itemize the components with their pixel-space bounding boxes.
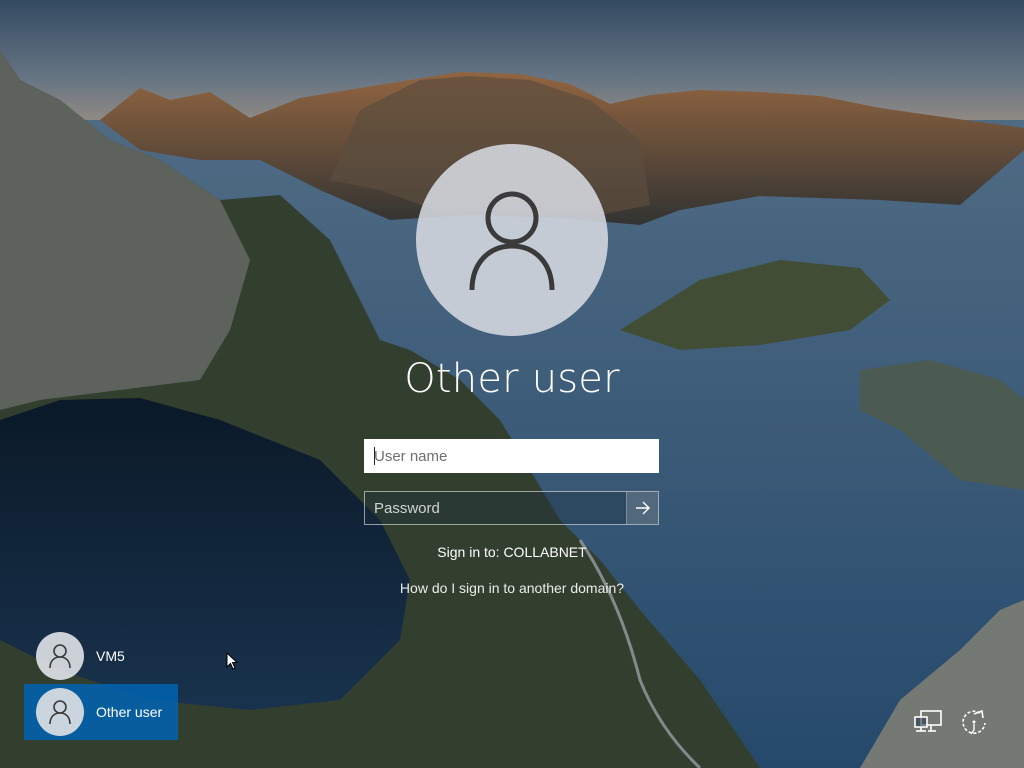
- user-tile-vm5[interactable]: VM5: [24, 628, 178, 684]
- network-icon: [914, 710, 942, 732]
- submit-button[interactable]: [626, 492, 658, 524]
- user-tile-other-user[interactable]: Other user: [24, 684, 178, 740]
- password-input[interactable]: [365, 492, 627, 524]
- other-domain-link[interactable]: How do I sign in to another domain?: [312, 580, 712, 596]
- user-tile-label: VM5: [96, 648, 125, 664]
- network-button[interactable]: [911, 708, 945, 738]
- user-silhouette-icon: [49, 644, 71, 669]
- text-caret: [374, 447, 375, 465]
- user-silhouette-icon: [49, 700, 71, 725]
- username-input[interactable]: [364, 439, 659, 473]
- user-tile-label: Other user: [96, 704, 163, 720]
- user-avatar-small: [36, 688, 84, 736]
- ease-of-access-icon: [962, 709, 986, 735]
- user-display-name: Other user: [404, 356, 620, 402]
- lock-screen: Other user Sign in to: COLLABNET How do …: [0, 0, 1024, 768]
- arrow-right-icon: [635, 501, 650, 515]
- password-field-group: [364, 491, 659, 525]
- sign-in-domain-text: Sign in to: COLLABNET: [437, 544, 587, 560]
- mouse-cursor-icon: [226, 652, 238, 670]
- user-avatar-small: [36, 632, 84, 680]
- ease-of-access-button[interactable]: [957, 707, 991, 737]
- user-avatar-large: [416, 144, 608, 336]
- user-silhouette-icon: [469, 191, 555, 291]
